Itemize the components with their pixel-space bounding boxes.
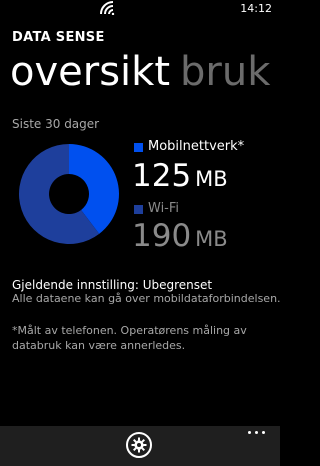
ellipsis-dot xyxy=(255,431,258,434)
app-bar xyxy=(0,426,280,466)
mobile-value: 125 MB xyxy=(132,158,228,197)
wifi-icon xyxy=(100,1,115,15)
period-label: Siste 30 dager xyxy=(12,117,100,131)
settings-button[interactable] xyxy=(126,432,152,458)
footnote: *Målt av telefonen. Operatørens måling a… xyxy=(12,324,247,352)
clock: 14:12 xyxy=(240,2,272,15)
pivot-item-bruk[interactable]: bruk xyxy=(180,49,270,95)
mobile-label: Mobilnettverk* xyxy=(148,139,245,154)
status-bar: 14:12 xyxy=(0,0,280,18)
ellipsis-icon xyxy=(248,431,251,434)
mobile-value-number: 125 xyxy=(132,158,192,194)
wifi-value-number: 190 xyxy=(132,218,192,254)
wifi-value: 190 MB xyxy=(132,218,228,257)
wifi-value-unit: MB xyxy=(195,227,228,251)
more-button[interactable] xyxy=(248,426,268,438)
pivot-header: oversikt bruk xyxy=(10,46,270,98)
gear-icon xyxy=(131,437,147,453)
setting-title[interactable]: Gjeldende innstilling: Ubegrenset xyxy=(12,278,212,292)
setting-description: Alle dataene kan gå over mobildataforbin… xyxy=(12,292,281,305)
usage-pie-chart xyxy=(19,144,120,244)
pivot-item-oversikt[interactable]: oversikt xyxy=(10,49,170,95)
ellipsis-dot xyxy=(262,431,265,434)
app-title: DATA SENSE xyxy=(12,30,105,45)
wifi-legend-swatch xyxy=(134,205,143,214)
mobile-value-unit: MB xyxy=(195,167,228,191)
wifi-label: Wi-Fi xyxy=(148,201,180,216)
mobile-legend-swatch xyxy=(134,143,143,152)
